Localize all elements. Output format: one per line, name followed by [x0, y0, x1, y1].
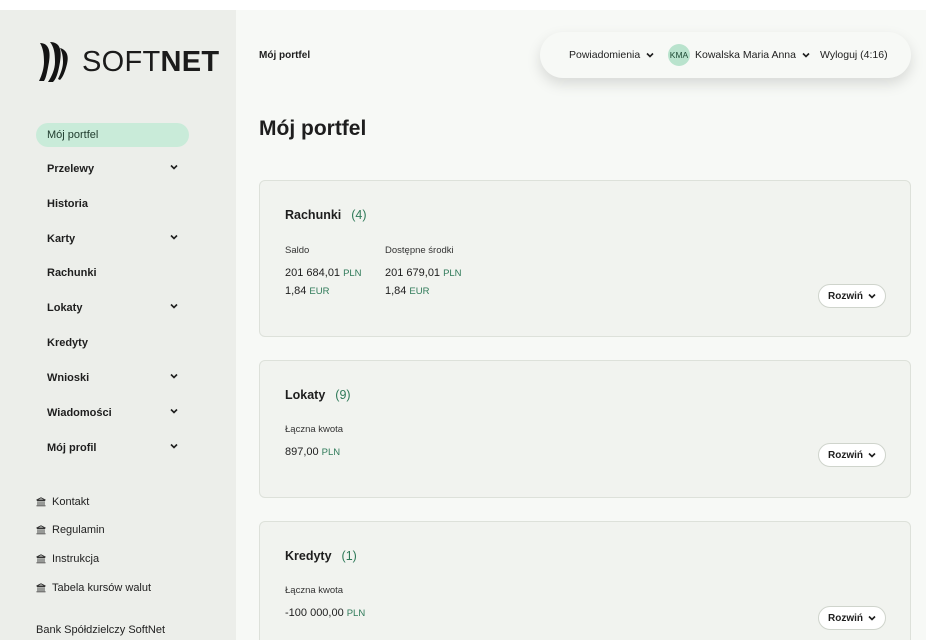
chevron-down-icon	[170, 408, 178, 414]
sidebar-item-kredyty[interactable]: Kredyty	[36, 331, 189, 355]
sidebar-item-przelewy[interactable]: Przelewy	[36, 157, 189, 181]
bank-icon	[36, 525, 46, 535]
card-title: Lokaty (9)	[285, 388, 351, 402]
avatar: KMA	[668, 44, 690, 66]
expand-label: Rozwiń	[828, 449, 863, 461]
chevron-down-icon	[868, 293, 876, 299]
total-amount: 897,00 PLN	[285, 446, 341, 458]
sidebar-item-label: Mój profil	[47, 442, 97, 454]
user-bar: Powiadomienia KMA Kowalska Maria Anna Wy…	[540, 32, 911, 78]
total-amount: -100 000,00 PLN	[285, 607, 366, 619]
card-title-text: Kredyty	[285, 549, 332, 563]
card-count: (9)	[335, 388, 351, 402]
chevron-down-icon	[170, 303, 178, 309]
chevron-down-icon	[868, 615, 876, 621]
link-regulamin[interactable]: Regulamin	[36, 521, 105, 539]
notifications-label: Powiadomienia	[569, 49, 641, 61]
card-title-text: Lokaty	[285, 388, 326, 402]
link-instrukcja[interactable]: Instrukcja	[36, 550, 99, 568]
expand-accounts-button[interactable]: Rozwiń	[818, 284, 886, 308]
link-label: Tabela kursów walut	[52, 582, 152, 594]
user-name: Kowalska Maria Anna	[695, 49, 796, 61]
link-label: Kontakt	[52, 496, 90, 508]
sidebar-item-label: Karty	[47, 233, 76, 245]
chevron-down-icon	[170, 373, 178, 379]
top-strip	[0, 0, 926, 10]
sidebar-item-lokaty[interactable]: Lokaty	[36, 296, 189, 320]
sidebar-item-wiadomosci[interactable]: Wiadomości	[36, 401, 189, 425]
sidebar-item-label: Przelewy	[47, 163, 95, 175]
card-count: (4)	[351, 208, 367, 222]
balance-amount-eur: 1,84 EUR	[285, 285, 330, 297]
chevron-down-icon	[802, 52, 810, 58]
logout-button[interactable]: Wyloguj (4:16)	[820, 32, 888, 78]
chevron-down-icon	[170, 443, 178, 449]
chevron-down-icon	[170, 164, 178, 170]
balance-label: Saldo	[285, 245, 310, 256]
link-label: Regulamin	[52, 524, 105, 536]
sidebar-item-historia[interactable]: Historia	[36, 192, 189, 216]
app-frame: SOFTNET Mój portfel Przelewy Historia Ka…	[0, 0, 926, 640]
accounts-card: Rachunki (4) Saldo Dostępne środki 201 68…	[259, 180, 911, 337]
sidebar-item-label: Mój portfel	[47, 129, 99, 141]
sidebar-item-rachunki[interactable]: Rachunki	[36, 261, 189, 285]
notifications-dropdown[interactable]: Powiadomienia	[569, 32, 654, 78]
expand-label: Rozwiń	[828, 290, 863, 302]
sidebar-item-label: Rachunki	[47, 267, 97, 279]
bank-icon	[36, 583, 46, 593]
sidebar-item-label: Historia	[47, 198, 88, 210]
link-label: Instrukcja	[52, 553, 100, 565]
balance-amount-pln: 201 684,01 PLN	[285, 267, 362, 279]
available-amount-eur: 1,84 EUR	[385, 285, 430, 297]
sidebar-item-label: Wnioski	[47, 372, 90, 384]
brand-logo[interactable]: SOFTNET	[36, 40, 219, 84]
sidebar	[0, 10, 236, 640]
card-count: (1)	[341, 549, 357, 563]
loans-card: Kredyty (1) Łączna kwota -100 000,00 PLN R…	[259, 521, 911, 640]
softnet-logo-icon	[39, 42, 68, 82]
chevron-down-icon	[170, 234, 178, 240]
deposits-card: Lokaty (9) Łączna kwota 897,00 PLN Rozwiń	[259, 360, 911, 498]
total-amount-label: Łączna kwota	[285, 585, 344, 596]
card-title: Rachunki (4)	[285, 208, 367, 222]
sidebar-item-label: Wiadomości	[47, 407, 112, 419]
sidebar-item-label: Kredyty	[47, 337, 88, 349]
available-amount-pln: 201 679,01 PLN	[385, 267, 462, 279]
breadcrumb: Mój portfel	[259, 50, 311, 61]
card-title-text: Rachunki	[285, 208, 342, 222]
bank-footer-name: Bank Spółdzielczy SoftNet	[36, 624, 166, 636]
chevron-down-icon	[868, 452, 876, 458]
link-kontakt[interactable]: Kontakt	[36, 493, 89, 511]
sidebar-item-label: Lokaty	[47, 302, 83, 314]
sidebar-item-moj-portfel[interactable]: Mój portfel	[36, 123, 189, 147]
available-funds-label: Dostępne środki	[385, 245, 454, 256]
bank-icon	[36, 497, 46, 507]
sidebar-item-karty[interactable]: Karty	[36, 227, 189, 251]
link-tabela-kursow[interactable]: Tabela kursów walut	[36, 579, 151, 597]
bank-icon	[36, 554, 46, 564]
card-title: Kredyty (1)	[285, 549, 357, 563]
logout-label: Wyloguj (4:16)	[820, 49, 888, 61]
chevron-down-icon	[646, 52, 654, 58]
brand-wordmark: SOFTNET	[82, 45, 220, 78]
expand-deposits-button[interactable]: Rozwiń	[818, 443, 886, 467]
expand-loans-button[interactable]: Rozwiń	[818, 606, 886, 630]
user-menu-dropdown[interactable]: KMA Kowalska Maria Anna	[668, 32, 810, 78]
sidebar-item-wnioski[interactable]: Wnioski	[36, 366, 189, 390]
page-title: Mój portfel	[259, 117, 367, 140]
sidebar-item-moj-profil[interactable]: Mój profil	[36, 436, 189, 460]
total-amount-label: Łączna kwota	[285, 424, 344, 435]
expand-label: Rozwiń	[828, 612, 863, 624]
